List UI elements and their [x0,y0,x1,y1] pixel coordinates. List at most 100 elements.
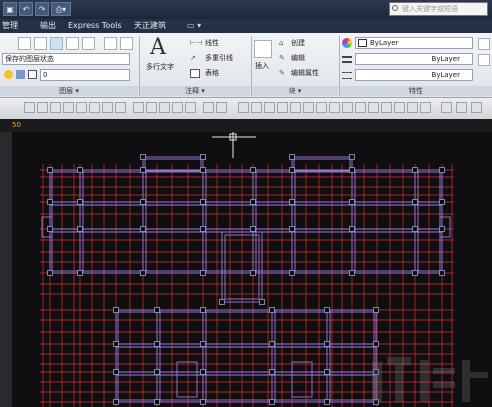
column-marker [269,369,275,375]
column-marker [373,307,379,313]
group-properties-label[interactable]: 特性 [340,86,492,96]
create-block-button[interactable]: 创建 [291,38,305,48]
current-layer-combo[interactable]: 0 [40,69,130,81]
tool-icon[interactable] [456,102,467,113]
tool-icon[interactable] [238,102,249,113]
mtext-icon[interactable]: A [150,36,166,60]
linetype-combo[interactable]: ByLayer [355,69,473,81]
linear-dimension-button[interactable]: 线性 [205,38,219,48]
tab-overflow-icon[interactable]: ▭ ▾ [187,19,201,33]
layer-match-icon[interactable] [34,37,47,50]
tool-icon[interactable] [316,102,327,113]
column-marker [289,270,295,276]
layer-isolate-icon[interactable] [50,37,63,50]
column-marker [250,270,256,276]
column-marker [200,307,206,313]
tool-icon[interactable] [50,102,61,113]
tab-express-tools[interactable]: Express Tools [68,19,122,33]
tool-icon[interactable] [394,102,405,113]
tool-icon[interactable] [185,102,196,113]
tool-icon[interactable] [172,102,183,113]
column-marker [269,341,275,347]
save-icon[interactable]: ▣ [3,2,17,16]
lineweight-combo[interactable]: ByLayer [355,53,473,65]
tool-icon[interactable] [471,102,482,113]
multileader-button[interactable]: 多重引线 [205,53,233,63]
tool-icon[interactable] [102,102,113,113]
table-button[interactable]: 表格 [205,68,219,78]
tab-manage[interactable]: 管理 [2,19,18,33]
tool-icon[interactable] [277,102,288,113]
group-annotation-label[interactable]: 注释 ▾ [140,86,250,96]
tool-icon[interactable] [251,102,262,113]
column-marker [47,270,53,276]
tool-icon[interactable] [76,102,87,113]
redo-icon[interactable]: ↷ [35,2,49,16]
insert-block-icon[interactable] [254,40,272,58]
tool-icon[interactable] [216,102,227,113]
group-layers-label[interactable]: 图层 ▾ [0,86,138,96]
tool-icon[interactable] [420,102,431,113]
tool-icon[interactable] [115,102,126,113]
tool-icon[interactable] [290,102,301,113]
tool-icon[interactable] [407,102,418,113]
layer-state-combo[interactable]: 保存的图层状态 [2,53,130,65]
column-marker [200,399,206,405]
layer-walk-icon[interactable] [104,37,117,50]
layer-on-icon [4,70,13,79]
column-marker [77,167,83,173]
tool-icon[interactable] [37,102,48,113]
tool-icon[interactable] [24,102,35,113]
tab-tangent[interactable]: 天正建筑 [134,19,166,33]
column-marker [154,341,160,347]
insert-block-label[interactable]: 插入 [255,61,269,71]
layer-freeze-icon[interactable] [66,37,79,50]
file-tab-bar [0,119,492,132]
tool-icon[interactable] [89,102,100,113]
print-icon[interactable]: ⎙▾ [51,2,71,16]
edit-attributes-button[interactable]: 编辑属性 [291,68,319,78]
column-marker [324,399,330,405]
column-marker [140,167,146,173]
tool-icon[interactable] [329,102,340,113]
column-marker [250,167,256,173]
tool-icon[interactable] [381,102,392,113]
linear-dimension-icon: ⊢⊣ [190,39,203,47]
column-marker [412,199,418,205]
file-tab[interactable]: 50 [12,121,21,130]
tool-icon[interactable] [441,102,452,113]
list-icon[interactable] [478,54,490,66]
layer-lock-icon [16,70,25,79]
tool-icon[interactable] [63,102,74,113]
column-marker [259,299,265,305]
layer-previous-icon[interactable] [120,37,133,50]
match-properties-icon[interactable] [478,38,490,50]
edit-block-button[interactable]: 编辑 [291,53,305,63]
tool-icon[interactable] [342,102,353,113]
tool-icon[interactable] [203,102,214,113]
tool-icon[interactable] [355,102,366,113]
column-marker [200,154,206,160]
column-markers [47,154,445,405]
layer-off-icon[interactable] [82,37,95,50]
tab-output[interactable]: 输出 [40,19,56,33]
tool-icon[interactable] [368,102,379,113]
column-marker [200,226,206,232]
tool-icon[interactable] [159,102,170,113]
layer-properties-icon[interactable] [18,37,31,50]
column-marker [47,226,53,232]
column-marker [113,307,119,313]
undo-icon[interactable]: ↶ [19,2,33,16]
mtext-label[interactable]: 多行文字 [146,62,174,72]
drawing-canvas[interactable] [12,132,492,407]
search-input[interactable]: 键入关键字或短语 [389,2,488,16]
tool-icon[interactable] [146,102,157,113]
edit-attributes-icon: ✎ [279,69,285,77]
tool-icon[interactable] [133,102,144,113]
group-block-label[interactable]: 块 ▾ [252,86,338,96]
tool-icon[interactable] [264,102,275,113]
multileader-icon: ↗ [190,54,196,62]
color-combo[interactable]: ByLayer [355,37,473,49]
tool-icon[interactable] [303,102,314,113]
column-marker [269,399,275,405]
